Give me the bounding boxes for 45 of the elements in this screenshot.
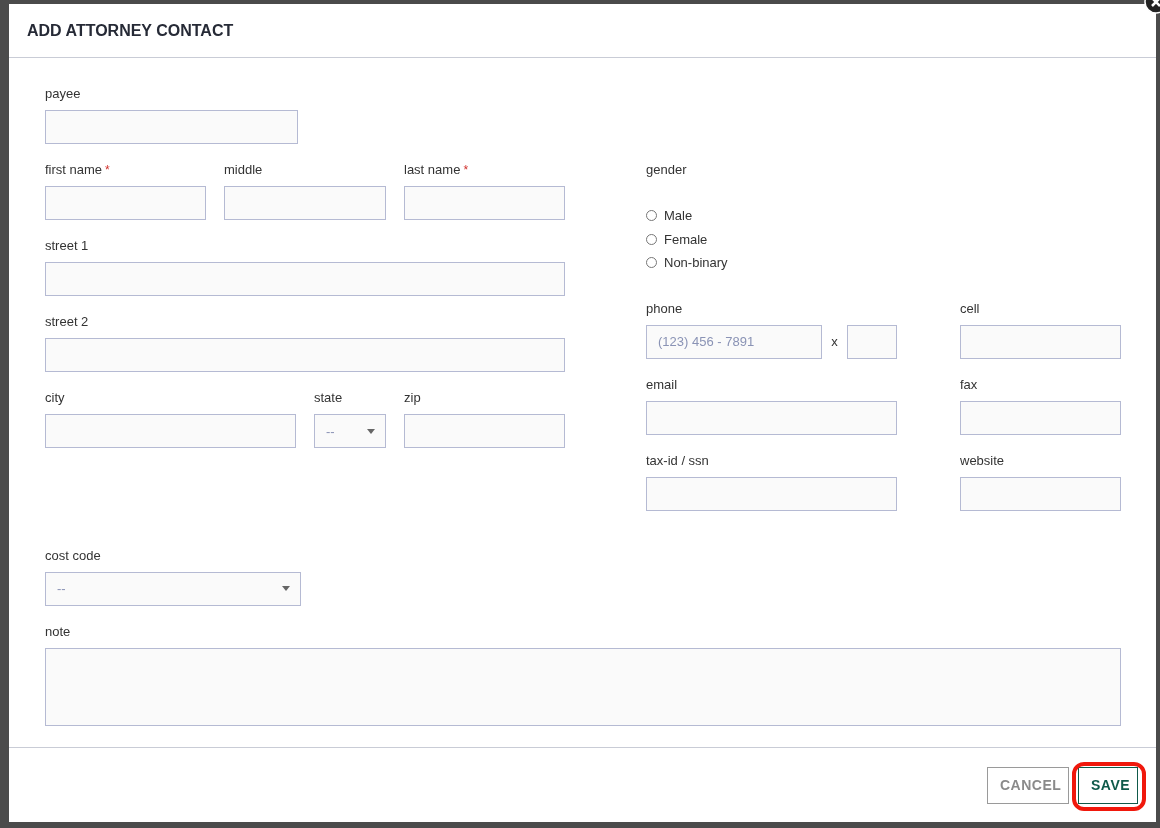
field-label: gender	[646, 162, 688, 178]
field-label: first name *	[45, 162, 111, 178]
extension-field[interactable]	[847, 324, 897, 359]
dialog-title: ADD ATTORNEY CONTACT	[27, 21, 234, 40]
text-field[interactable]	[45, 414, 296, 448]
text-field[interactable]	[404, 414, 565, 448]
text-field[interactable]	[224, 186, 386, 220]
text-field[interactable]	[646, 400, 897, 435]
caret-icon	[367, 428, 375, 434]
text-field[interactable]	[45, 110, 298, 144]
field-label: last name *	[404, 162, 470, 178]
phone-field[interactable]: (123) 456 - 7891	[646, 324, 822, 359]
dropdown[interactable]: --	[45, 571, 301, 606]
caret-icon	[282, 586, 290, 591]
secondary-button[interactable]: CANCEL	[987, 766, 1069, 804]
radio-label: Male	[664, 208, 693, 224]
text-field[interactable]	[404, 186, 565, 220]
field-label: website	[960, 452, 1006, 469]
extension-separator: x	[830, 334, 839, 349]
field-label: cost code	[45, 547, 102, 564]
dropdown[interactable]: --	[314, 414, 386, 448]
field-label: note	[45, 623, 72, 640]
field-label: street 1	[45, 238, 90, 254]
field-label: cell	[960, 300, 981, 317]
field-label: fax	[960, 376, 979, 393]
field-label: phone	[646, 300, 684, 317]
text-field[interactable]	[45, 338, 565, 372]
text-field[interactable]	[960, 476, 1121, 511]
text-field[interactable]	[960, 400, 1121, 435]
note-field[interactable]	[45, 647, 1121, 726]
field-label: state	[314, 390, 344, 406]
radio-label: Female	[664, 231, 708, 247]
field-label: street 2	[45, 314, 90, 330]
field-label: city	[45, 390, 66, 406]
text-field[interactable]	[45, 262, 565, 296]
text-field[interactable]	[45, 186, 206, 220]
primary-button[interactable]: SAVE	[1078, 766, 1138, 804]
field-label: zip	[404, 390, 422, 406]
text-field[interactable]	[646, 476, 897, 511]
field-label: tax-id / ssn	[646, 452, 710, 469]
text-field[interactable]	[960, 324, 1121, 359]
field-label: email	[646, 376, 679, 393]
radio-label: Non-binary	[664, 255, 728, 271]
field-label: middle	[224, 162, 264, 178]
field-label: payee	[45, 86, 82, 102]
